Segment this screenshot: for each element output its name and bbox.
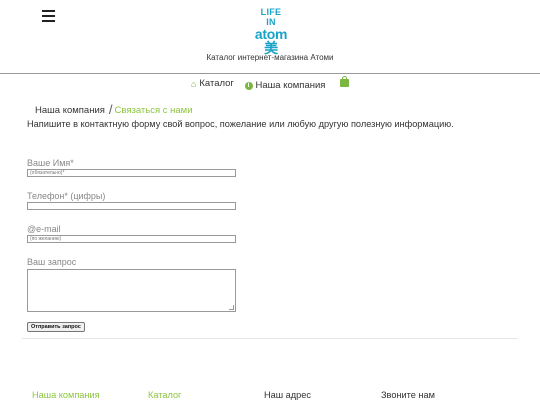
email-label: @e-mail <box>27 224 61 234</box>
nav-item-catalog[interactable]: ⌂ Каталог <box>191 78 234 89</box>
phone-field[interactable] <box>27 202 236 210</box>
breadcrumb-parent[interactable]: Наша компания <box>35 105 105 116</box>
phone-label: Телефон* (цифры) <box>27 191 106 201</box>
home-icon: ⌂ <box>190 78 197 89</box>
footer-link-catalog[interactable]: Каталог <box>148 390 181 400</box>
intro-text: Напишите в контактную форму свой вопрос,… <box>27 119 454 129</box>
breadcrumb: Наша компания / Связаться с нами <box>35 101 193 117</box>
breadcrumb-current[interactable]: Связаться с нами <box>115 105 193 116</box>
logo[interactable]: LIFE IN atom美 <box>250 7 292 56</box>
footer-link-company[interactable]: Наша компания <box>32 390 100 400</box>
logo-line-1: LIFE <box>260 7 282 17</box>
main-nav: ⌂ Каталог i Наша компания <box>0 75 540 91</box>
name-field[interactable] <box>27 169 236 177</box>
header-divider <box>0 73 540 74</box>
footer-heading-address: Наш адрес <box>264 390 311 400</box>
breadcrumb-separator: / <box>108 102 113 117</box>
info-icon: i <box>244 81 253 90</box>
contact-form: Ваше Имя* Телефон* (цифры) @e-mail Ваш з… <box>27 158 237 333</box>
hamburger-menu-icon[interactable] <box>42 10 55 22</box>
nav-item-company[interactable]: i Наша компания <box>244 80 326 91</box>
nav-item-cart[interactable] <box>336 75 350 87</box>
nav-item-company-label: Наша компания <box>255 80 326 91</box>
request-label: Ваш запрос <box>27 257 77 267</box>
footer-heading-phone: Звоните нам <box>381 390 435 400</box>
nav-item-catalog-label: Каталог <box>199 78 234 89</box>
logo-line-3: atom美 <box>254 26 288 56</box>
content-divider <box>22 338 518 339</box>
request-textarea[interactable] <box>27 269 236 312</box>
email-field[interactable] <box>27 235 236 243</box>
site-tagline: Каталог интернет-магазина Атоми <box>206 53 334 62</box>
shopping-bag-icon <box>340 75 350 87</box>
name-label: Ваше Имя* <box>27 158 74 168</box>
submit-button[interactable]: Отправить запрос <box>27 322 85 332</box>
